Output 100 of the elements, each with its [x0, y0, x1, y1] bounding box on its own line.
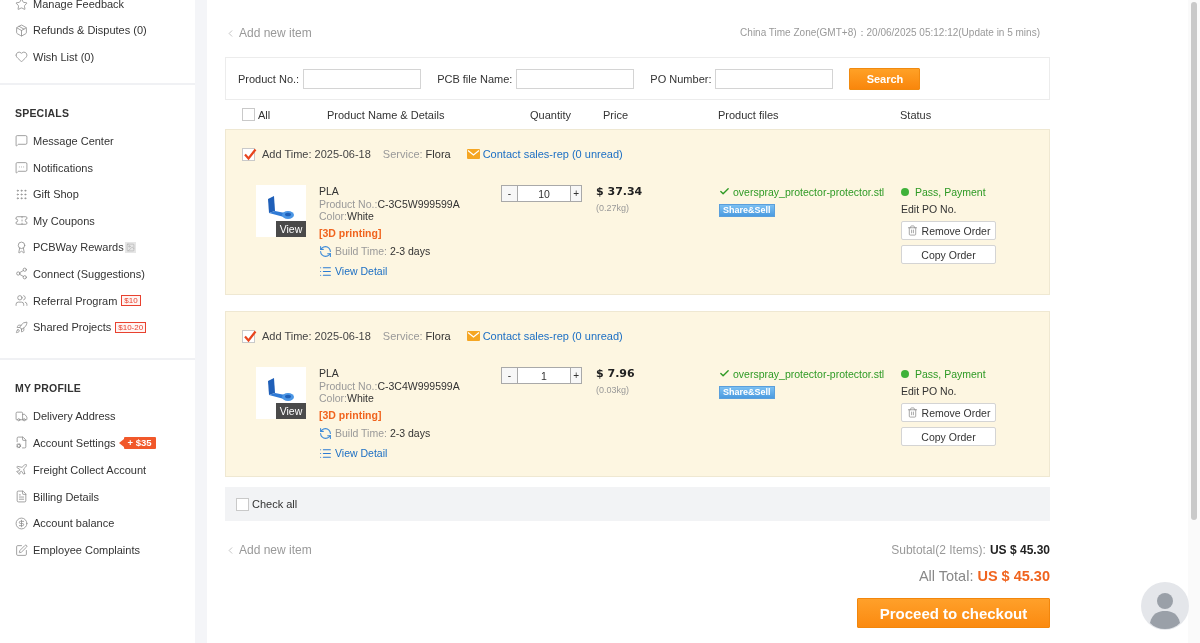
quantity-field[interactable]: 1 [517, 367, 571, 384]
sidebar-item[interactable]: My Coupons [15, 213, 95, 228]
column-header: Price [603, 108, 630, 121]
sidebar-item[interactable]: Manage Feedback [15, 0, 125, 11]
add-time: Add Time: 2025-06-18 [262, 330, 371, 342]
image-icon [124, 241, 136, 253]
increase-button[interactable]: + [570, 185, 582, 202]
trash-icon [906, 407, 918, 418]
sidebar-item[interactable]: Freight Collect Account [15, 462, 147, 477]
color-value: White [347, 392, 374, 404]
view-button[interactable]: View [276, 403, 306, 419]
reward-badge: $10-20 [115, 321, 147, 333]
copy-order-button[interactable]: Copy Order [901, 245, 996, 264]
service-name: Flora [425, 148, 451, 160]
filter-label: PO Number: [650, 72, 712, 85]
build-time: 2-3 days [389, 426, 431, 440]
decrease-button[interactable]: - [501, 367, 518, 384]
view-detail-link[interactable]: View Detail [319, 446, 388, 460]
edit-po-link[interactable]: Edit PO No. [901, 203, 957, 216]
checkbox[interactable] [242, 329, 255, 343]
timezone-text: China Time Zone(GMT+8)：20/06/2025 05:12:12(Update in 5 mins) [740, 26, 1040, 40]
product-thumbnail[interactable]: View [256, 185, 306, 237]
sidebar-item[interactable]: Gift Shop [15, 187, 79, 202]
truck-icon [15, 409, 28, 423]
product-no-label: Product No.: [319, 380, 378, 392]
subtotal-label: Subtotal(2 Items): [891, 542, 986, 558]
dot-grid-icon [15, 187, 28, 201]
document-icon [15, 490, 28, 504]
sidebar-item[interactable]: Message Center [15, 134, 114, 148]
plane-icon [15, 463, 28, 477]
sidebar-item[interactable]: Notifications [15, 160, 93, 175]
checkbox[interactable] [242, 108, 255, 121]
heart-icon [15, 50, 28, 64]
view-button[interactable]: View [276, 221, 306, 237]
color-label: Color: [319, 210, 347, 222]
check-icon [719, 186, 730, 197]
status-dot-icon [901, 187, 909, 196]
price: $ 7.96 [596, 367, 636, 380]
input-field[interactable] [715, 68, 834, 89]
build-time-label: Build Time: [335, 244, 387, 258]
select-all-label: All [258, 108, 271, 121]
status-dot-icon [901, 369, 909, 378]
color-label: Color: [319, 392, 347, 404]
filter-label: PCB file Name: [437, 72, 513, 85]
chat-bubble-icon [15, 134, 28, 148]
award-icon [15, 240, 28, 254]
scrollbar-thumb[interactable] [1191, 2, 1197, 520]
remove-order-button[interactable]: Remove Order [901, 221, 996, 240]
ticket-icon [15, 214, 28, 228]
checkbox[interactable] [236, 497, 249, 511]
list-icon [319, 264, 332, 278]
column-header: Product files [718, 108, 780, 121]
contact-link[interactable]: Contact sales-rep (0 unread) [482, 148, 623, 160]
part-drawing [266, 195, 296, 221]
checkbox[interactable] [242, 147, 255, 161]
file-link[interactable]: overspray_protector-protector.stl [733, 367, 885, 380]
envelope-icon [466, 331, 480, 341]
subtotal-value: US $ 45.30 [989, 542, 1050, 558]
build-time-label: Build Time: [335, 426, 387, 440]
reward-badge: $10 [121, 295, 141, 307]
material-name: PLA [319, 185, 339, 198]
column-header: Quantity [530, 108, 572, 121]
view-detail-link[interactable]: View Detail [319, 264, 388, 278]
product-no-label: Product No.: [319, 198, 378, 210]
file-link[interactable]: overspray_protector-protector.stl [733, 185, 885, 198]
sidebar-item[interactable]: Account Settings [15, 435, 116, 450]
copy-order-button[interactable]: Copy Order [901, 427, 996, 446]
decrease-button[interactable]: - [501, 185, 518, 202]
sidebar-item[interactable]: Connect (Suggestions) [15, 266, 145, 281]
input-field[interactable] [303, 68, 422, 89]
process-tag: [3D printing] [319, 227, 382, 240]
sidebar-item[interactable]: Wish List (0) [15, 49, 95, 64]
product-no: C-3C4W999599A [377, 380, 460, 392]
price: $ 37.34 [596, 185, 644, 198]
contact-link[interactable]: Contact sales-rep (0 unread) [482, 330, 623, 342]
dollar-coin-icon [15, 516, 28, 530]
avatar-icon[interactable] [1141, 582, 1189, 630]
sidebar-item[interactable]: Referral Program [15, 293, 118, 308]
quantity-field[interactable]: 10 [517, 185, 571, 202]
sidebar-item[interactable]: Account balance [15, 516, 115, 531]
input-field[interactable] [516, 68, 635, 89]
sidebar-item[interactable]: Delivery Address [15, 409, 116, 424]
edit-po-link[interactable]: Edit PO No. [901, 385, 957, 398]
weight: (0.03kg) [596, 385, 631, 395]
sidebar-item[interactable]: Employee Complaints [15, 543, 140, 558]
service-name: Flora [425, 330, 451, 342]
list-icon [319, 446, 332, 460]
product-thumbnail[interactable]: View [256, 367, 306, 419]
sidebar-item[interactable]: Refunds & Disputes (0) [15, 23, 147, 38]
color-value: White [347, 210, 374, 222]
remove-order-button[interactable]: Remove Order [901, 403, 996, 422]
build-time: 2-3 days [389, 244, 431, 258]
product-no: C-3C5W999599A [377, 198, 460, 210]
sidebar-item[interactable]: Billing Details [15, 489, 100, 504]
material-name: PLA [319, 367, 339, 380]
sidebar-item[interactable]: PCBWay Rewards [15, 240, 124, 255]
sidebar-item[interactable]: Shared Projects [15, 320, 112, 335]
part-drawing [266, 377, 296, 403]
check-icon [719, 368, 730, 379]
increase-button[interactable]: + [570, 367, 582, 384]
